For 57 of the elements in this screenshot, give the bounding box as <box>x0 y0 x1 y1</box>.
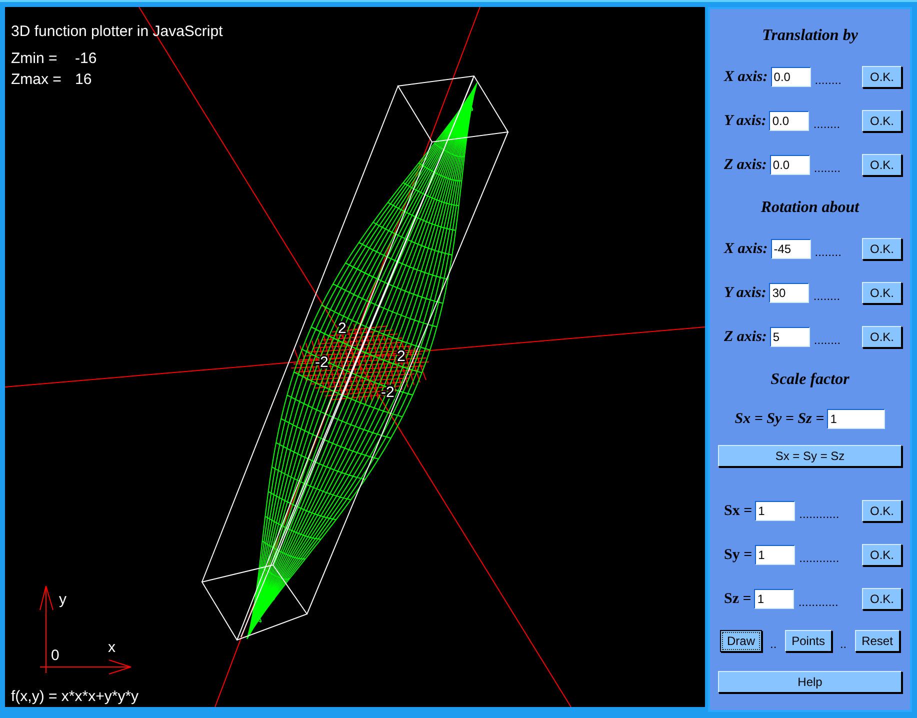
input-field[interactable]: 1 <box>755 545 796 565</box>
ok-button[interactable]: O.K. <box>862 544 902 566</box>
ok-button[interactable]: O.K. <box>862 238 902 260</box>
zmin-value: -16 <box>75 50 97 67</box>
ok-button[interactable]: O.K. <box>862 154 902 176</box>
separator-dots: .. <box>840 637 847 651</box>
action-button[interactable]: Draw <box>720 630 762 652</box>
y-axis-label: y <box>59 591 66 608</box>
zmin-label: Zmin = <box>11 50 58 67</box>
ok-button[interactable]: O.K. <box>862 66 902 88</box>
dot-leader: ............ <box>798 595 838 609</box>
ok-button[interactable]: O.K. <box>862 500 902 522</box>
function-formula: f(x,y) = x*x*x+y*y*y <box>11 688 139 705</box>
origin-label: 0 <box>51 647 60 664</box>
separator-dots: .. <box>770 637 777 651</box>
help-button[interactable]: Help <box>718 671 902 693</box>
dot-leader: ........ <box>814 73 842 87</box>
dot-leader: ............ <box>799 551 840 565</box>
section-heading: Rotation about <box>760 198 860 218</box>
field-label: X axis: <box>724 240 768 258</box>
field-label: Y axis: <box>724 284 766 302</box>
dot-leader: ........ <box>814 333 841 347</box>
field-label: Sx = Sy = Sz = <box>734 410 824 428</box>
input-field[interactable]: 1 <box>755 501 796 521</box>
field-label: X axis: <box>724 68 768 86</box>
input-field[interactable]: 0.0 <box>769 111 810 131</box>
zmax-label: Zmax = <box>11 71 62 88</box>
field-label: Z axis: <box>724 328 767 346</box>
dot-leader: ........ <box>813 117 840 131</box>
field-label: Y axis: <box>724 112 766 130</box>
ok-button[interactable]: O.K. <box>862 588 902 610</box>
input-field[interactable]: 0.0 <box>770 67 811 87</box>
dot-leader: ............ <box>799 507 840 521</box>
dot-leader: ........ <box>813 289 840 303</box>
action-button[interactable]: Reset <box>854 630 900 652</box>
field-label: Sz = <box>724 590 752 608</box>
field-label: Z axis: <box>724 156 767 174</box>
zmax-value: 16 <box>75 71 92 88</box>
uniform-scale-button[interactable]: Sx = Sy = Sz <box>718 445 902 467</box>
action-button[interactable]: Points <box>784 630 832 652</box>
section-heading: Scale factor <box>770 370 850 390</box>
input-field[interactable]: 30 <box>769 283 810 303</box>
dot-leader: ........ <box>814 245 842 259</box>
input-field[interactable]: 5 <box>770 327 810 347</box>
input-field[interactable]: 1 <box>754 589 794 609</box>
section-heading: Translation by <box>761 26 859 46</box>
ok-button[interactable]: O.K. <box>862 110 902 132</box>
input-field[interactable]: -45 <box>770 239 811 259</box>
ok-button[interactable]: O.K. <box>862 282 902 304</box>
ok-button[interactable]: O.K. <box>862 326 902 348</box>
tick-label: -2 <box>315 354 328 371</box>
x-axis-label: x <box>108 639 116 656</box>
input-field[interactable]: 0.0 <box>770 155 810 175</box>
field-label: Sx = <box>724 502 752 520</box>
field-label: Sy = <box>724 546 752 564</box>
input-field[interactable]: 1 <box>827 409 886 429</box>
dot-leader: ........ <box>814 161 841 175</box>
